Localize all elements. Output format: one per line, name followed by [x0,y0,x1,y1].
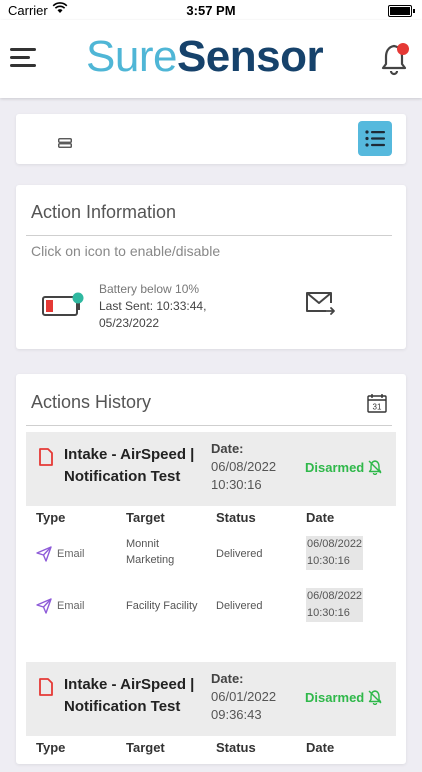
logo-text-sensor: Sensor [176,32,324,81]
row-target: Facility Facility [126,598,198,614]
history-table-header: Type Target Status Date [26,740,396,758]
row-type: Email [36,598,85,614]
actions-history-title: Actions History [31,392,152,412]
history-item-header: Intake - AirSpeed | Notification Test Da… [26,432,396,506]
row-type-label: Email [57,548,85,560]
bell-off-icon[interactable] [367,689,383,710]
document-icon [38,448,54,471]
column-header-status: Status [216,740,256,755]
enabled-indicator-dot [72,292,84,304]
date-value: 06/08/2022 [211,459,277,474]
row-date: 06/08/2022 10:30:16 [306,588,364,622]
document-icon [38,678,54,701]
row-date-line1: 06/08/2022 [307,538,363,550]
history-item-title: Intake - AirSpeed | Notification Test [64,674,214,718]
last-sent-line2: 05/23/2022 [99,316,160,330]
list-icon [365,130,385,147]
email-send-icon[interactable] [304,289,336,322]
row-date-line2: 10:30:16 [307,555,350,567]
divider [26,235,392,236]
column-header-date: Date [306,740,335,755]
history-item[interactable]: Intake - AirSpeed | Notification Test Da… [26,662,396,772]
hamburger-menu-icon[interactable] [10,46,38,70]
history-item-title-line1: Intake - AirSpeed | [64,446,195,463]
row-status: Delivered [216,548,263,560]
battery-alert-label: Battery below 10% [99,282,200,296]
column-header-target: Target [126,740,165,755]
svg-text:31: 31 [373,403,382,412]
column-header-type: Type [36,510,66,525]
action-information-title: Action Information [31,202,177,222]
row-date-line2: 10:30:16 [307,607,350,619]
send-email-icon [36,598,52,614]
low-battery-icon[interactable] [42,292,86,323]
status-bar: Carrier 3:57 PM [0,0,422,20]
row-date: 06/08/2022 10:30:16 [306,536,364,570]
calendar-icon[interactable]: 31 [367,393,387,418]
armed-status-badge: Disarmed [305,460,365,475]
history-item-title-line2: Notification Test [64,698,181,715]
row-type-label: Email [57,600,85,612]
column-header-date: Date [306,510,335,525]
column-header-status: Status [216,510,256,525]
history-item-title-line1: Intake - AirSpeed | [64,676,195,693]
app-header: SureSensor [0,20,422,98]
logo-text-sure: Sure [86,32,177,81]
actions-history-card: Actions History 31 Intake - AirSpeed | N… [16,374,406,764]
last-sent-line1: Last Sent: 10:33:44, [99,299,207,313]
bell-off-icon[interactable] [367,459,383,480]
row-target-line2: Marketing [126,554,175,566]
status-battery-icon [388,5,415,17]
history-table-header: Type Target Status Date [26,510,396,528]
divider [26,425,392,426]
app-logo: SureSensor [86,32,324,82]
card-view-icon[interactable] [58,135,72,153]
status-time: 3:57 PM [186,3,236,18]
history-item-date: Date: 06/08/2022 10:30:16 [211,440,276,494]
history-item-date: Date: 06/01/2022 09:36:43 [211,670,276,724]
history-table-row[interactable]: Email Facility Facility Delivered 06/08/… [26,588,396,628]
send-email-icon [36,546,52,562]
history-item-title-line2: Notification Test [64,468,181,485]
history-item[interactable]: Intake - AirSpeed | Notification Test Da… [26,432,396,642]
list-view-button[interactable] [358,121,392,156]
column-header-target: Target [126,510,165,525]
battery-alert-text: Battery below 10% Last Sent: 10:33:44, 0… [99,281,206,332]
enable-hint-text: Click on icon to enable/disable [31,243,221,259]
column-header-type: Type [36,740,66,755]
row-type: Email [36,546,85,562]
date-label: Date: [211,671,244,686]
action-information-card: Action Information Click on icon to enab… [16,185,406,349]
time-value: 10:30:16 [211,477,262,492]
row-target-line1: Facility Facility [126,600,198,612]
armed-status-badge: Disarmed [305,690,365,705]
date-value: 06/01/2022 [211,689,277,704]
row-status: Delivered [216,600,263,612]
row-target: Monnit Marketing [126,536,174,568]
view-toolbar [16,114,406,164]
history-item-title: Intake - AirSpeed | Notification Test [64,444,214,488]
history-item-header: Intake - AirSpeed | Notification Test Da… [26,662,396,736]
notification-bell-icon[interactable] [380,42,412,78]
notification-dot [397,43,409,55]
date-label: Date: [211,441,244,456]
history-table-row[interactable]: Email Monnit Marketing Delivered 06/08/2… [26,536,396,576]
row-date-line1: 06/08/2022 [307,590,363,602]
row-target-line1: Monnit [126,538,160,550]
time-value: 09:36:43 [211,707,262,722]
